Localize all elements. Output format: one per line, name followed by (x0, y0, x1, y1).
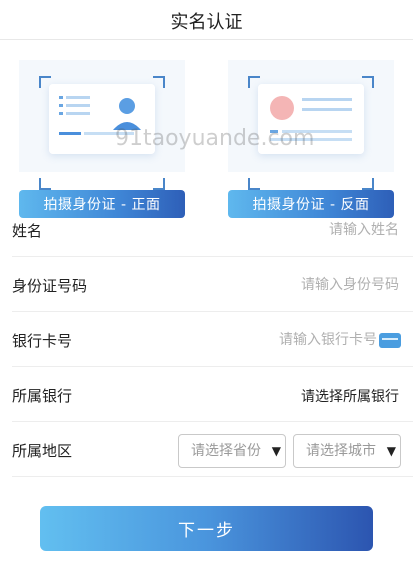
id-number-row: 身份证号码 (12, 257, 413, 312)
bank-select[interactable]: 请选择所属银行 (301, 386, 399, 406)
id-number-label: 身份证号码 (12, 277, 88, 295)
scan-corner-icon (248, 178, 260, 190)
name-input[interactable] (199, 218, 399, 242)
bank-card-row: 银行卡号 (12, 312, 413, 367)
header-bar: 实名认证 (0, 0, 413, 40)
name-row: 姓名 (12, 202, 413, 257)
province-select-value: 请选择省份 (191, 443, 261, 459)
page-title: 实名认证 (170, 12, 243, 33)
bank-card-scan-icon[interactable] (379, 333, 401, 348)
scan-corner-icon (362, 178, 374, 190)
bank-row[interactable]: 所属银行 请选择所属银行 (12, 367, 413, 422)
dropdown-arrow-icon: ▼ (386, 444, 396, 458)
region-label: 所属地区 (12, 442, 73, 460)
watermark-text: 91taoyuande.com (115, 126, 315, 151)
id-card-section: 拍摄身份证 - 正面 拍摄身份证 - 反面 (0, 40, 413, 218)
city-select-value: 请选择城市 (306, 443, 376, 459)
scan-corner-icon (153, 178, 165, 190)
next-step-button[interactable]: 下一步 (40, 506, 373, 551)
scan-corner-icon (39, 178, 51, 190)
id-number-input[interactable] (199, 273, 399, 297)
bank-card-input[interactable] (197, 328, 377, 352)
bank-card-label: 银行卡号 (12, 332, 73, 350)
region-row: 所属地区 请选择省份 ▼ 请选择城市 ▼ (12, 422, 413, 477)
dropdown-arrow-icon: ▼ (271, 444, 281, 458)
province-select[interactable]: 请选择省份 ▼ (178, 434, 286, 468)
city-select[interactable]: 请选择城市 ▼ (293, 434, 401, 468)
verification-form: 姓名 身份证号码 银行卡号 所属银行 请选择所属银行 所属地区 请选择省份 ▼ … (0, 202, 413, 477)
name-label: 姓名 (12, 222, 43, 240)
bank-label: 所属银行 (12, 387, 73, 405)
